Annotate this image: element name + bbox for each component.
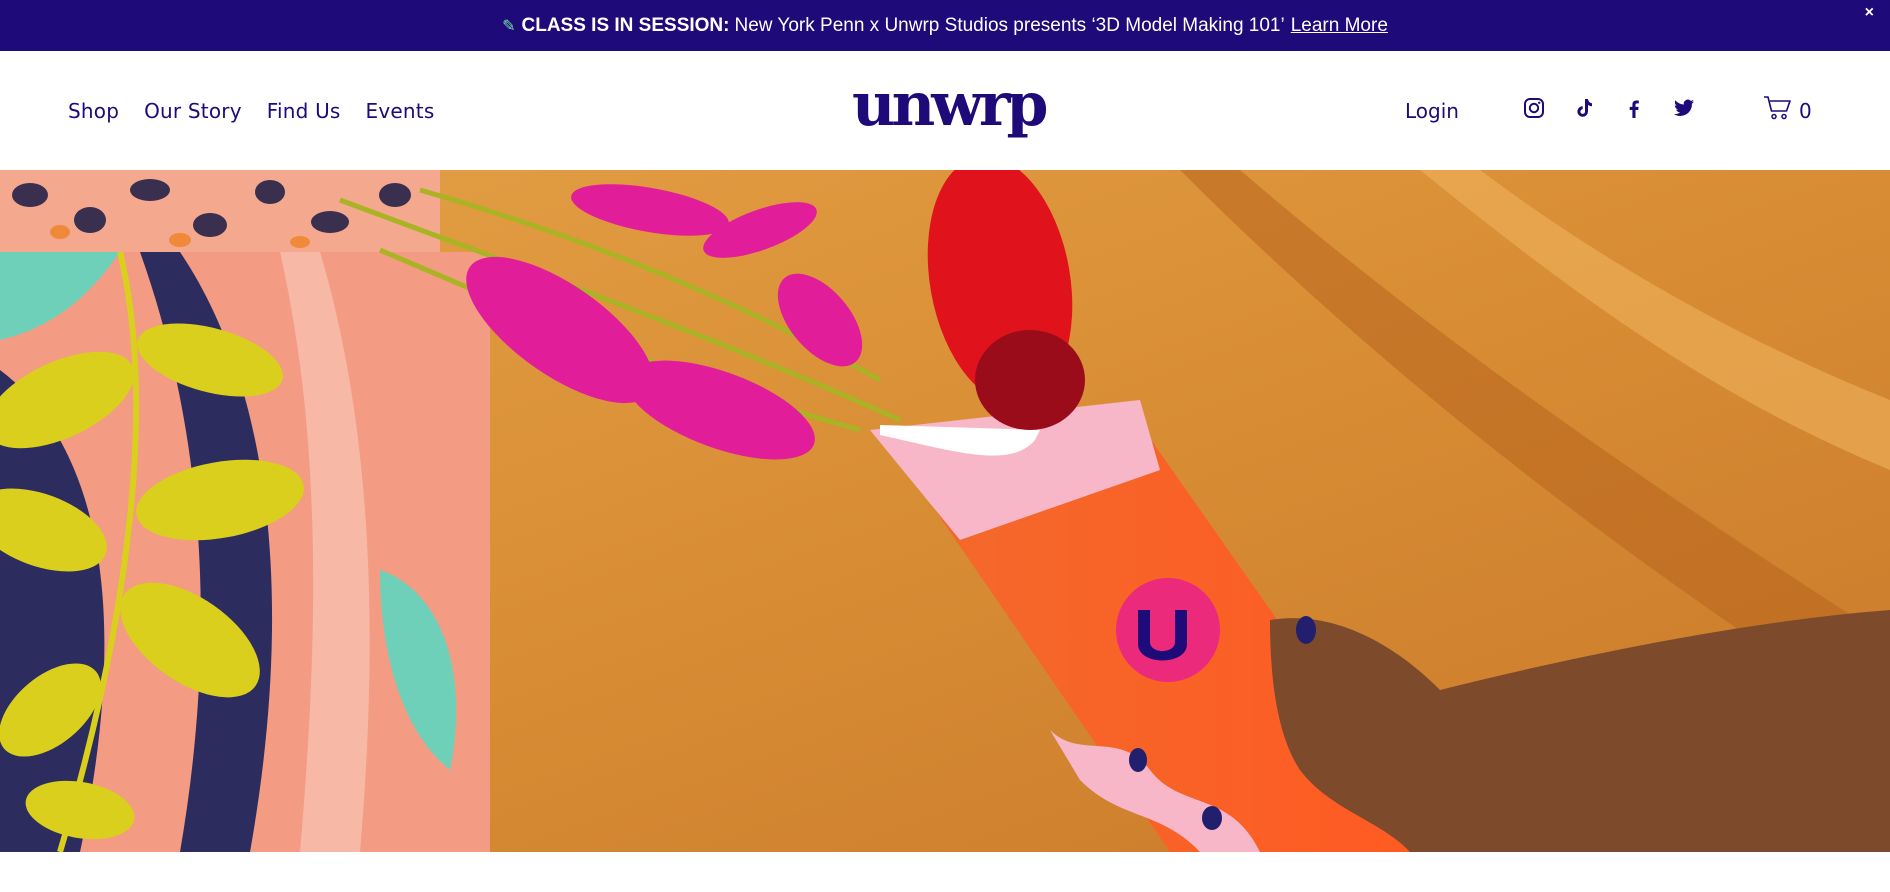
- main-nav: Shop Our Story Find Us Events: [68, 99, 434, 123]
- announcement-title: CLASS IS IN SESSION:: [521, 14, 730, 36]
- learn-more-link[interactable]: Learn More: [1291, 15, 1388, 37]
- hero-illustration: [0, 170, 1890, 852]
- site-logo[interactable]: unwrp: [852, 73, 1048, 137]
- hero-image: [0, 170, 1890, 852]
- twitter-icon[interactable]: [1672, 96, 1696, 120]
- site-header: Shop Our Story Find Us Events unwrp Logi…: [0, 51, 1890, 170]
- instagram-icon[interactable]: [1522, 96, 1546, 120]
- social-links: [1522, 96, 1696, 120]
- announcement-text: New York Penn x Unwrp Studios presents ‘…: [734, 14, 1285, 36]
- cart-count: 0: [1799, 98, 1812, 123]
- nav-find-us[interactable]: Find Us: [267, 99, 341, 123]
- nav-events[interactable]: Events: [366, 99, 435, 123]
- login-link[interactable]: Login: [1405, 99, 1459, 123]
- announcement-bar: ✎ CLASS IS IN SESSION: New York Penn x U…: [0, 0, 1890, 51]
- nav-shop[interactable]: Shop: [68, 99, 119, 123]
- close-icon[interactable]: ×: [1865, 4, 1874, 22]
- pencil-icon: ✎: [502, 17, 516, 35]
- cart-icon: [1763, 95, 1793, 126]
- nav-our-story[interactable]: Our Story: [144, 99, 242, 123]
- cart-button[interactable]: 0: [1763, 95, 1812, 126]
- tiktok-icon[interactable]: [1572, 96, 1596, 120]
- facebook-icon[interactable]: [1622, 96, 1646, 120]
